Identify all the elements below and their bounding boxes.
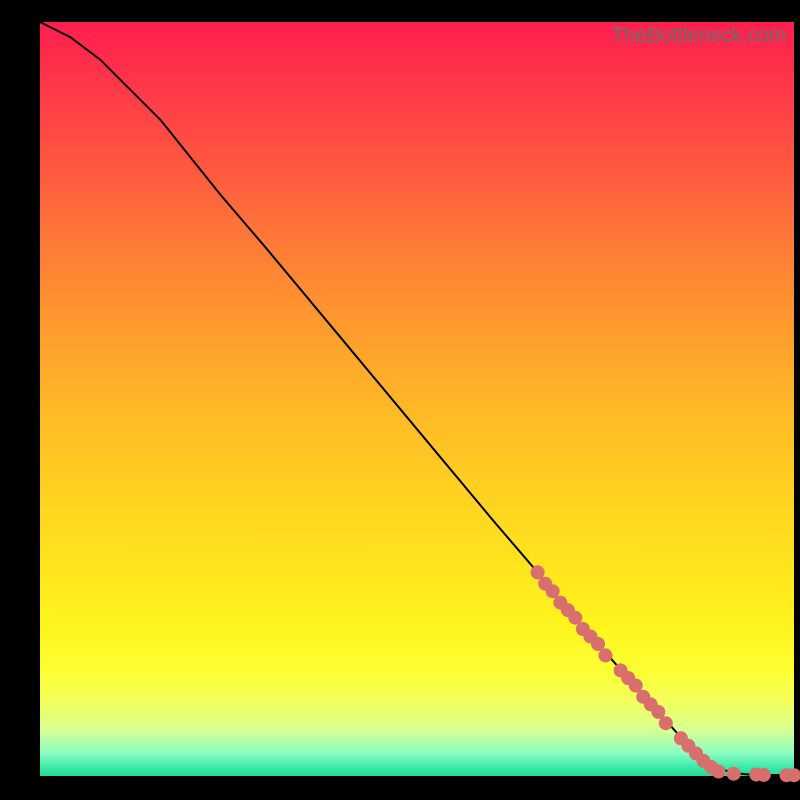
data-point [591,637,605,651]
curve-line [40,22,794,775]
data-point [712,765,726,779]
chart-frame: TheBottleneck.com [0,0,800,800]
data-point [757,768,771,782]
data-point [599,648,613,662]
chart-svg [40,22,794,776]
data-point [659,716,673,730]
data-point [727,767,741,781]
scatter-dots [531,565,800,782]
plot-area: TheBottleneck.com [40,22,794,776]
